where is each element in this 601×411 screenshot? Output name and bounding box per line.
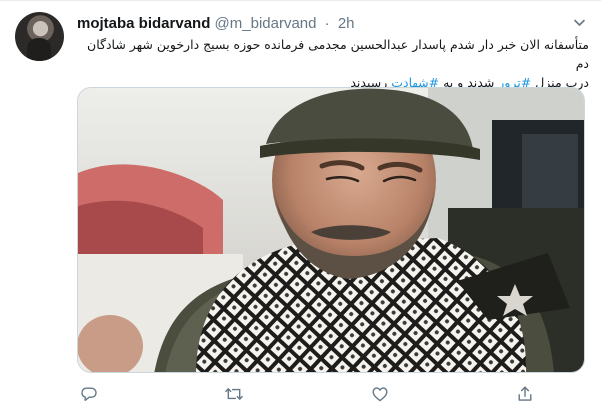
reply-icon: [81, 387, 97, 401]
tweet-timestamp[interactable]: 2h: [338, 15, 355, 32]
header-separator: ·: [324, 15, 330, 32]
author-name[interactable]: mojtaba bidarvand: [77, 15, 210, 32]
retweet-button[interactable]: [222, 382, 246, 406]
photo-illustration: [78, 88, 584, 372]
tweet-card[interactable]: mojtaba bidarvand @m_bidarvand · 2h متأس…: [0, 0, 601, 411]
like-button[interactable]: [368, 382, 392, 406]
like-icon: [372, 387, 388, 402]
reply-button[interactable]: [77, 382, 101, 406]
share-button[interactable]: [513, 382, 537, 406]
avatar[interactable]: [15, 12, 64, 61]
author-handle[interactable]: @m_bidarvand: [215, 15, 317, 32]
tweet-text: متأسفانه الان خبر دار شدم پاسدار عبدالحس…: [77, 35, 589, 92]
tweet-photo[interactable]: [77, 87, 585, 373]
tweet-header: mojtaba bidarvand @m_bidarvand · 2h: [77, 14, 551, 34]
retweet-icon: [225, 388, 244, 400]
tweet-actions: [77, 382, 537, 406]
share-icon: [518, 386, 532, 401]
tweet-text-line-1: متأسفانه الان خبر دار شدم پاسدار عبدالحس…: [87, 37, 589, 71]
more-options-button[interactable]: [570, 13, 588, 31]
chevron-down-icon: [573, 19, 585, 26]
